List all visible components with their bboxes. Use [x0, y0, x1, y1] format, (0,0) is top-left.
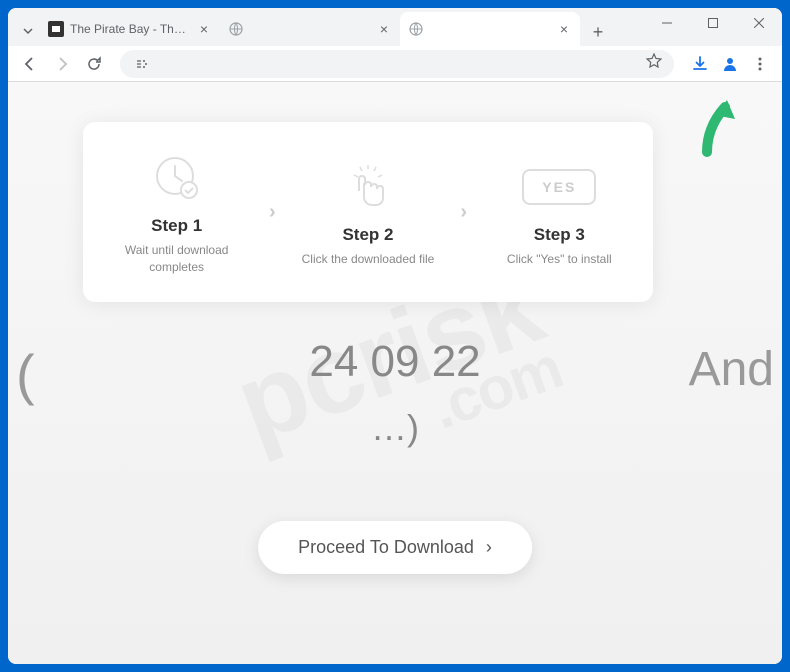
maximize-icon: [708, 18, 718, 28]
arrow-annotation: [697, 97, 737, 162]
arrow-left-icon: [22, 56, 38, 72]
globe-icon: [228, 21, 244, 37]
bg-text-ellipsis: …): [8, 407, 782, 449]
step-2: Step 2 Click the downloaded file: [293, 157, 443, 268]
arrow-right-icon: [54, 56, 70, 72]
step-title: Step 2: [342, 225, 393, 245]
chevron-right-icon: ›: [486, 537, 492, 558]
step-title: Step 3: [534, 225, 585, 245]
profile-button[interactable]: [716, 50, 744, 78]
bg-text-and: And: [689, 342, 774, 397]
maximize-button[interactable]: [690, 8, 736, 38]
downloads-button[interactable]: [686, 50, 714, 78]
clock-icon: [153, 148, 201, 208]
bg-text-numbers: 24 09 22: [8, 337, 782, 387]
browser-window: The Pirate Bay - The gala × × × +: [8, 8, 782, 664]
site-settings-icon[interactable]: [132, 54, 152, 74]
close-button[interactable]: [736, 8, 782, 38]
reload-button[interactable]: [80, 50, 108, 78]
tab-blank-1[interactable]: ×: [220, 12, 400, 46]
globe-icon: [408, 21, 424, 37]
step-1: Step 1 Wait until download completes: [102, 148, 252, 276]
page-content: pcrisk.com Step 1 Wait until download co…: [8, 82, 782, 664]
tab-search-dropdown[interactable]: [16, 16, 40, 46]
proceed-label: Proceed To Download: [298, 537, 474, 558]
download-icon: [691, 55, 709, 73]
step-3: YES Step 3 Click "Yes" to install: [484, 157, 634, 268]
favicon-pirate: [48, 21, 64, 37]
forward-button[interactable]: [48, 50, 76, 78]
step-desc: Click the downloaded file: [302, 251, 435, 268]
toolbar-actions: [686, 50, 774, 78]
user-icon: [721, 55, 739, 73]
toolbar: [8, 46, 782, 82]
yes-box-icon: YES: [522, 157, 596, 217]
tab-title: The Pirate Bay - The gala: [70, 22, 190, 36]
menu-button[interactable]: [746, 50, 774, 78]
new-tab-button[interactable]: +: [584, 18, 612, 46]
close-icon: [754, 18, 764, 28]
tab-active[interactable]: ×: [400, 12, 580, 46]
proceed-download-button[interactable]: Proceed To Download ›: [258, 521, 532, 574]
tab-close-button[interactable]: ×: [556, 21, 572, 37]
steps-card: Step 1 Wait until download completes › S…: [83, 122, 653, 302]
minimize-button[interactable]: [644, 8, 690, 38]
titlebar: The Pirate Bay - The gala × × × +: [8, 8, 782, 46]
tab-close-button[interactable]: ×: [376, 21, 392, 37]
bookmark-star-button[interactable]: [646, 53, 662, 74]
window-controls: [644, 8, 782, 46]
chevron-right-icon: ›: [460, 201, 467, 224]
tab-close-button[interactable]: ×: [196, 21, 212, 37]
hand-click-icon: [344, 157, 392, 217]
chevron-right-icon: ›: [269, 201, 276, 224]
step-desc: Wait until download completes: [102, 242, 252, 276]
star-icon: [646, 53, 662, 69]
kebab-menu-icon: [752, 56, 768, 72]
step-desc: Click "Yes" to install: [507, 251, 612, 268]
step-title: Step 1: [151, 216, 202, 236]
tab-pirate-bay[interactable]: The Pirate Bay - The gala ×: [40, 12, 220, 46]
minimize-icon: [662, 18, 672, 28]
chevron-down-icon: [22, 25, 34, 37]
green-arrow-icon: [697, 97, 737, 157]
address-bar[interactable]: [120, 50, 674, 78]
back-button[interactable]: [16, 50, 44, 78]
reload-icon: [86, 56, 102, 72]
